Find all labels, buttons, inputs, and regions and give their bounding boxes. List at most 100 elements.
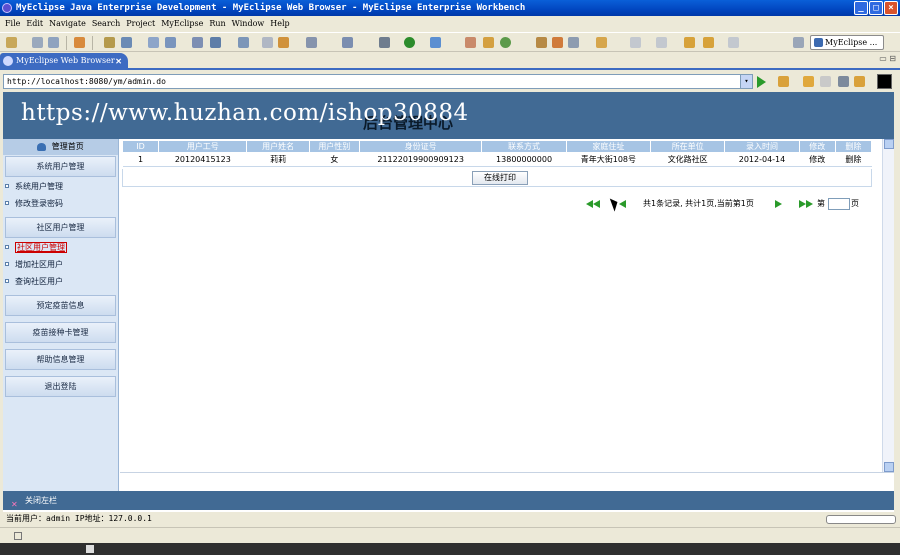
- sidebar-link-help-info[interactable]: 帮助信息管理: [5, 349, 116, 370]
- perspective-switcher[interactable]: MyEclipse ...: [810, 35, 884, 50]
- last-page-icon[interactable]: [799, 200, 806, 208]
- url-dropdown-icon[interactable]: ▾: [740, 75, 752, 88]
- package-icon[interactable]: [74, 37, 85, 48]
- tab-web-browser[interactable]: MyEclipse Web Browser ✕: [0, 53, 128, 69]
- run-icon[interactable]: [404, 37, 415, 48]
- marker-icon[interactable]: [552, 37, 563, 48]
- table-header-row: ID 用户工号 用户姓名 用户性别 身份证号 联系方式 家庭住址 所在单位 录入…: [121, 140, 873, 153]
- screen-icon[interactable]: [877, 74, 892, 89]
- next-edit-icon[interactable]: [728, 37, 739, 48]
- myeclipse-perspective-icon: [814, 38, 823, 47]
- close-sidebar-link[interactable]: 关闭左栏: [25, 496, 57, 505]
- back-icon[interactable]: [684, 37, 695, 48]
- view-controls[interactable]: ▭ ⊟: [879, 54, 896, 63]
- cell-user-number: 20120415123: [158, 152, 247, 167]
- stop-icon[interactable]: [838, 76, 849, 87]
- column-header: 联系方式: [481, 140, 567, 153]
- folder-icon[interactable]: [596, 37, 607, 48]
- forward-icon[interactable]: [703, 37, 714, 48]
- menu-myeclipse[interactable]: MyEclipse: [158, 16, 206, 32]
- print-icon[interactable]: [48, 37, 59, 48]
- bookmark-icon[interactable]: [778, 76, 789, 87]
- refresh-icon[interactable]: [854, 76, 865, 87]
- first-page-icon-2[interactable]: [593, 200, 600, 208]
- column-header: 修改: [798, 140, 836, 153]
- page-number-input[interactable]: [828, 198, 850, 210]
- scroll-up-icon[interactable]: [884, 139, 894, 149]
- prev-page-icon[interactable]: [619, 200, 626, 208]
- frame-icon[interactable]: [306, 37, 317, 48]
- wizard-icon[interactable]: [262, 37, 273, 48]
- goto-prefix: 第: [817, 199, 825, 208]
- sidebar-item-community-users[interactable]: 社区用户管理: [3, 239, 118, 256]
- perspective-label: MyEclipse ...: [825, 38, 878, 47]
- menu-file[interactable]: File: [2, 16, 23, 32]
- close-tab-icon[interactable]: ✕: [115, 53, 122, 69]
- menu-window[interactable]: Window: [229, 16, 268, 32]
- sidebar-link-vaccine-card[interactable]: 疫苗接种卡管理: [5, 322, 116, 343]
- deploy-icon[interactable]: [148, 37, 159, 48]
- menu-project[interactable]: Project: [123, 16, 158, 32]
- last-page-icon-2[interactable]: [806, 200, 813, 208]
- url-input[interactable]: http://localhost:8080/ym/admin.do ▾: [3, 74, 753, 89]
- goto-suffix: 页: [851, 199, 859, 208]
- menu-edit[interactable]: Edit: [23, 16, 46, 32]
- footer-bar: ✕ 关闭左栏: [3, 491, 894, 510]
- database-icon[interactable]: [210, 37, 221, 48]
- debug-icon[interactable]: [104, 37, 115, 48]
- sidebar-item-system-users[interactable]: 系统用户管理: [3, 178, 118, 195]
- tomcat-icon[interactable]: [192, 37, 203, 48]
- new-icon[interactable]: [6, 37, 17, 48]
- first-page-icon[interactable]: [586, 200, 593, 208]
- column-header: 家庭住址: [565, 140, 652, 153]
- next-annotation-icon[interactable]: [630, 37, 641, 48]
- sidebar-home-label: 管理首页: [51, 142, 84, 151]
- open-type-icon[interactable]: [342, 37, 353, 48]
- delete-link[interactable]: 删除: [835, 152, 872, 167]
- redeploy-icon[interactable]: [165, 37, 176, 48]
- next-page-icon[interactable]: [775, 200, 782, 208]
- menubar: File Edit Navigate Search Project MyEcli…: [0, 16, 900, 32]
- menu-help[interactable]: Help: [267, 16, 292, 32]
- open-perspective-icon[interactable]: [793, 37, 804, 48]
- save-icon[interactable]: [32, 37, 43, 48]
- vertical-scrollbar[interactable]: [882, 139, 894, 472]
- menu-search[interactable]: Search: [89, 16, 123, 32]
- annotation-icon[interactable]: [536, 37, 547, 48]
- browser-icon[interactable]: [238, 37, 249, 48]
- scroll-down-icon[interactable]: [884, 462, 894, 472]
- column-header: 录入时间: [724, 140, 800, 153]
- prev-annotation-icon[interactable]: [656, 37, 667, 48]
- refresh-icon[interactable]: [500, 37, 511, 48]
- sidebar-link-vaccine-booking[interactable]: 预定疫苗信息: [5, 295, 116, 316]
- pencil-icon[interactable]: [465, 37, 476, 48]
- forward-icon[interactable]: [820, 76, 831, 87]
- maximize-button[interactable]: □: [869, 1, 883, 15]
- close-window-button[interactable]: ×: [884, 1, 898, 15]
- minimize-button[interactable]: _: [854, 1, 868, 15]
- sync-icon[interactable]: [568, 37, 579, 48]
- go-icon[interactable]: [757, 76, 766, 88]
- sidebar-item-change-password[interactable]: 修改登录密码: [3, 195, 118, 212]
- sidebar-link-logout[interactable]: 退出登陆: [5, 376, 116, 397]
- sidebar-home[interactable]: 管理首页: [3, 139, 118, 155]
- search-icon[interactable]: [430, 37, 441, 48]
- sidebar-item-add-community-user[interactable]: 增加社区用户: [3, 256, 118, 273]
- grid-icon[interactable]: [483, 37, 494, 48]
- menu-run[interactable]: Run: [206, 16, 228, 32]
- add-icon[interactable]: [278, 37, 289, 48]
- server-icon[interactable]: [121, 37, 132, 48]
- sidebar-item-label: 修改登录密码: [15, 199, 63, 208]
- taskbar: [0, 543, 900, 555]
- sidebar-header-community-users[interactable]: 社区用户管理: [5, 217, 116, 238]
- edit-link[interactable]: 修改: [799, 152, 836, 167]
- fast-view-icon[interactable]: [14, 532, 22, 540]
- sidebar-item-query-community-user[interactable]: 查询社区用户: [3, 273, 118, 290]
- taskbar-item-icon[interactable]: [86, 545, 94, 553]
- print-online-button[interactable]: 在线打印: [472, 171, 528, 185]
- gear-icon[interactable]: [379, 37, 390, 48]
- sidebar-header-system-users[interactable]: 系统用户管理: [5, 156, 116, 177]
- back-icon[interactable]: [803, 76, 814, 87]
- menu-navigate[interactable]: Navigate: [46, 16, 89, 32]
